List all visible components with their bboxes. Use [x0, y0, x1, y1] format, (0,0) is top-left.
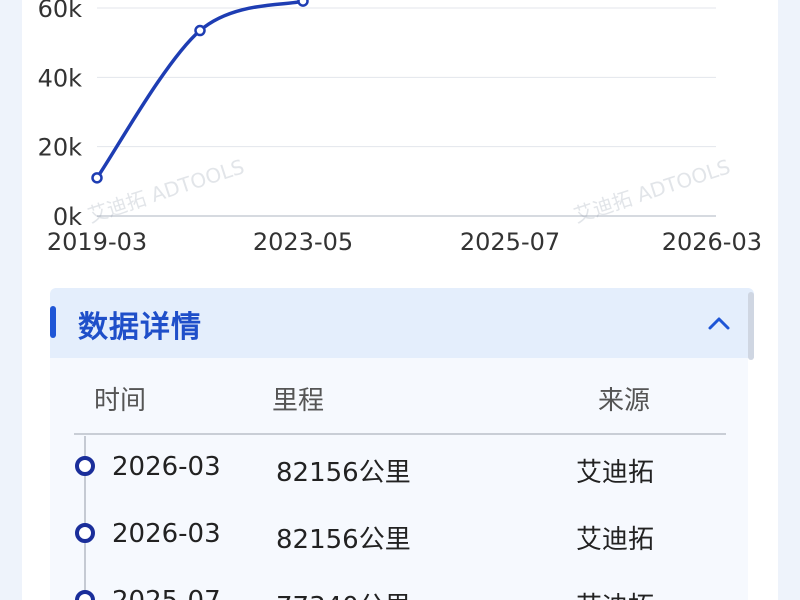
- data-point: [297, 0, 309, 7]
- y-tick-label: 40k: [38, 64, 83, 92]
- y-tick-label: 20k: [38, 134, 83, 162]
- x-tick-label: 2019-03: [47, 228, 147, 256]
- details-title: 数据详情: [78, 310, 202, 345]
- x-tick-label: 2023-05: [253, 228, 353, 256]
- column-header-time: 时间: [94, 386, 147, 416]
- chevron-up-icon[interactable]: [706, 310, 732, 336]
- row-mileage: 82156公里: [276, 458, 411, 488]
- accent-bar: [50, 306, 56, 338]
- y-tick-label: 0k: [53, 203, 82, 231]
- chart-svg: 0k 20k 40k 60k 2019-03 2023-05 2025-07 2026-03: [38, 0, 762, 256]
- timeline-dot: [75, 456, 95, 476]
- details-toggle-header[interactable]: 数据详情: [50, 288, 754, 358]
- row-mileage: 82156公里: [276, 525, 411, 555]
- y-tick-label: 60k: [38, 0, 83, 23]
- mileage-chart: 0k 20k 40k 60k 2019-03 2023-05 2025-07 2026-03: [0, 0, 800, 270]
- column-header-mileage: 里程: [272, 386, 325, 416]
- row-source: 艾迪拓: [576, 586, 654, 600]
- row-time: 2025-07: [112, 586, 221, 600]
- row-time: 2026-03: [112, 452, 221, 482]
- row-mileage: 77340公里: [276, 586, 411, 600]
- x-tick-label: 2026-03: [662, 228, 762, 256]
- row-source: 艾迪拓: [576, 458, 655, 488]
- row-time: 2026-03: [112, 519, 221, 549]
- data-point: [194, 24, 206, 37]
- row-source: 艾迪拓: [576, 525, 655, 555]
- data-point: [91, 172, 103, 184]
- timeline-dot: [75, 523, 95, 543]
- header-divider: [74, 433, 726, 435]
- column-header-source: 来源: [598, 386, 651, 416]
- x-tick-label: 2025-07: [460, 228, 560, 256]
- scrollbar[interactable]: [748, 292, 754, 360]
